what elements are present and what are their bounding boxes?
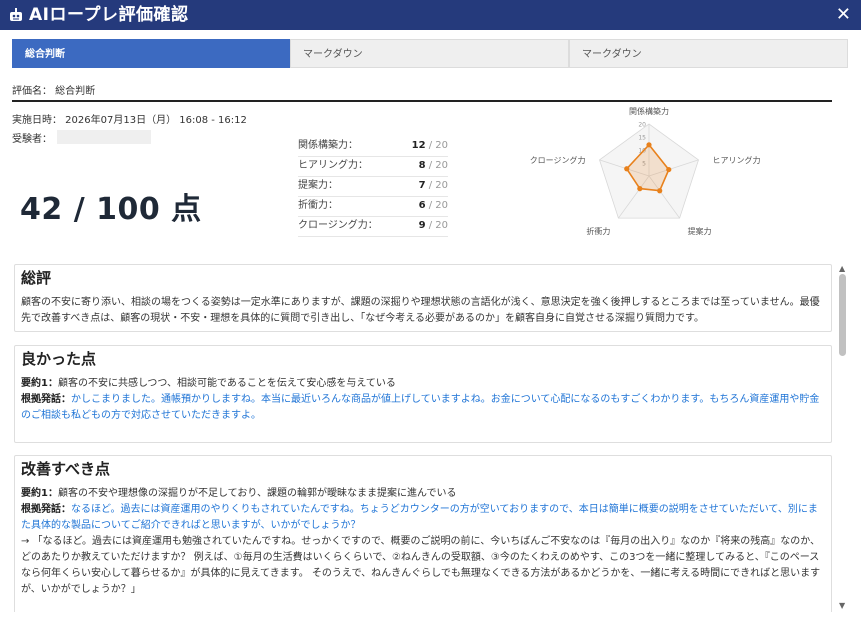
- improve-evidence: 根拠発話：なるほど。過去には資産運用のやりくりもされていたんですね。ちょうどカウ…: [21, 504, 818, 531]
- radar-data-point: [624, 166, 630, 172]
- improve-summary: 要約1：顧客の不安や理想像の深掘りが不足しており、課題の輪郭が曖昧なまま提案に進…: [21, 488, 457, 499]
- summary-card: 総評 顧客の不安に寄り添い、相談の場をつくる姿勢は一定水準にありますが、課題の深…: [14, 264, 832, 332]
- score-row: 関係構築力： 12 / 20: [298, 137, 448, 157]
- robot-icon: [10, 8, 22, 21]
- radar-data-point: [666, 166, 672, 173]
- score-breakdown: 関係構築力： 12 / 20 ヒアリング力： 8 / 20 提案力： 7 / 2…: [298, 137, 448, 237]
- radar-axis-label: 提案力: [688, 226, 712, 236]
- good-evidence: 根拠発話：かしこまりました。通帳預かりしますね。本当に最近いろんな商品が値上げし…: [21, 394, 820, 421]
- score-row: 提案力： 7 / 20: [298, 177, 448, 197]
- score-value: 8 / 20: [418, 160, 448, 171]
- score-row: ヒアリング力： 8 / 20: [298, 157, 448, 177]
- score-row: クロージング力： 9 / 20: [298, 217, 448, 237]
- summary-heading: 総評: [21, 269, 52, 287]
- radar-tick-label: 20: [638, 122, 646, 129]
- summary-text: 顧客の不安に寄り添い、相談の場をつくる姿勢は一定水準にありますが、課題の深掘りや…: [21, 297, 820, 324]
- score-value: 7 / 20: [418, 180, 448, 191]
- improvement-heading: 改善すべき点: [21, 460, 110, 478]
- good-points-heading: 良かった点: [21, 350, 97, 368]
- total-score: 42 / 100 点: [20, 192, 202, 227]
- radar-axis-label: ヒアリング力: [712, 155, 760, 165]
- radar-axis-label: 折衝力: [586, 226, 610, 236]
- tab-bar: 総合判断 マークダウン マークダウン: [12, 39, 848, 68]
- examinee-name-field: [57, 130, 151, 144]
- score-row: 折衝力： 6 / 20: [298, 197, 448, 217]
- scroll-up-icon[interactable]: ▲: [839, 264, 845, 273]
- title-bar: AIロープレ評価確認 ✕: [0, 0, 861, 30]
- tab-overall-judgement[interactable]: 総合判断: [12, 39, 290, 68]
- improve-suggestion: → 「なるほど。過去には資産運用も勉強されていたんですね。せっかくですので、概要…: [21, 536, 821, 595]
- score-value: 6 / 20: [418, 200, 448, 211]
- session-datetime: 実施日時： 2026年07月13日（月） 16:08 - 16:12: [12, 115, 247, 126]
- improvement-card: 改善すべき点 要約1：顧客の不安や理想像の深掘りが不足しており、課題の輪郭が曖昧…: [14, 455, 832, 612]
- tab-markdown-1[interactable]: マークダウン: [290, 39, 569, 68]
- radar-data-point: [646, 142, 652, 148]
- score-label: 関係構築力：: [298, 140, 358, 151]
- scroll-down-icon[interactable]: ▼: [839, 601, 845, 610]
- score-label: 折衝力：: [298, 200, 338, 211]
- score-label: クロージング力：: [298, 220, 378, 231]
- radar-tick-label: 15: [638, 135, 646, 142]
- radar-chart: 2015105関係構築力ヒアリング力提案力折衝力クロージング力: [530, 106, 761, 236]
- radar-axis-label: クロージング力: [530, 155, 586, 165]
- close-button[interactable]: ✕: [836, 3, 851, 27]
- score-value: 9 / 20: [418, 220, 448, 231]
- radar-data-point: [637, 186, 643, 192]
- vertical-scrollbar[interactable]: ▲ ▼: [837, 262, 849, 612]
- radar-axis-label: 関係構築力: [629, 106, 669, 116]
- score-label: ヒアリング力：: [298, 160, 368, 171]
- window-title: AIロープレ評価確認: [29, 5, 189, 25]
- score-label: 提案力：: [298, 180, 338, 191]
- good-summary: 要約1：顧客の不安に共感しつつ、相談可能であることを伝えて安心感を与えている: [21, 378, 396, 389]
- good-points-card: 良かった点 要約1：顧客の不安に共感しつつ、相談可能であることを伝えて安心感を与…: [14, 345, 832, 443]
- radar-data-point: [657, 188, 663, 194]
- scrollbar-thumb[interactable]: [839, 274, 846, 356]
- tab-markdown-2[interactable]: マークダウン: [569, 39, 848, 68]
- examinee-label: 受験者：: [12, 134, 52, 145]
- score-value: 12 / 20: [411, 140, 448, 151]
- evaluation-name: 評価名： 総合判断: [12, 86, 96, 97]
- feedback-scroll-area[interactable]: 総評 顧客の不安に寄り添い、相談の場をつくる姿勢は一定水準にありますが、課題の深…: [12, 262, 836, 612]
